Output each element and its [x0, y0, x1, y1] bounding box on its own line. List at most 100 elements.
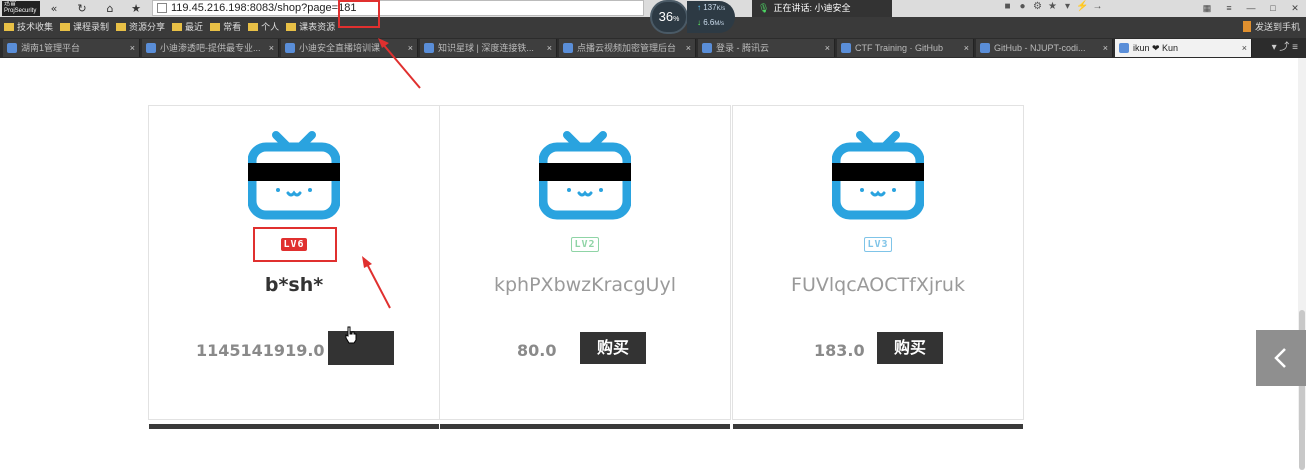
hand-cursor-icon [345, 326, 357, 344]
net-percent: 36% [650, 0, 688, 34]
card-bottom-bar [149, 424, 439, 429]
tab-close-icon[interactable]: × [686, 39, 691, 57]
tab-close-icon[interactable]: × [408, 39, 413, 57]
tab-favicon-icon [285, 43, 295, 53]
tab-close-icon[interactable]: × [269, 39, 274, 57]
browser-tab[interactable]: 湖南1管理平台 × [3, 39, 140, 57]
folder-icon [248, 23, 259, 31]
product-card: LV3 FUVlqcAOCTfXjruk 183.0 购买 [732, 105, 1024, 429]
tv-avatar-icon [247, 131, 341, 221]
folder-icon [286, 23, 297, 31]
tab-close-icon[interactable]: × [1103, 39, 1108, 57]
product-price: 183.0 [814, 341, 865, 360]
back-icon[interactable]: « [46, 1, 62, 16]
browser-tab[interactable]: 小迪安全直播培训课 × [281, 39, 418, 57]
address-bar[interactable]: 119.45.216.198:8083/shop?page=181 [152, 0, 644, 16]
tab-favicon-icon [424, 43, 434, 53]
folder-icon [172, 23, 183, 31]
bookmark-folder[interactable]: 资源分享 [116, 17, 165, 38]
tab-menu[interactable]: ▾ ⤴ ≡ [1246, 39, 1306, 57]
bookmark-folder[interactable]: 常看 [210, 17, 241, 38]
send-to-phone-button[interactable]: 发送到手机 [1242, 17, 1300, 38]
flash-icon[interactable]: ⚡ [1075, 1, 1090, 12]
folder-icon [60, 23, 71, 31]
speaking-indicator: 🎙 正在讲话: 小迪安全 [752, 0, 892, 17]
home-icon[interactable]: ⌂ [102, 1, 118, 16]
forward-icon[interactable]: → [1090, 1, 1105, 12]
bookmark-folder[interactable]: 最近 [172, 17, 203, 38]
tab-favicon-icon [980, 43, 990, 53]
dropdown-icon[interactable]: ▾ [1060, 1, 1075, 12]
tab-title: 登录 - 腾讯云 [716, 43, 769, 53]
refresh-icon[interactable]: ↻ [74, 1, 90, 16]
tab-title: GitHub - NJUPT-codi... [994, 43, 1086, 53]
product-card: LV2 kphPXbwzKracgUyl 80.0 购买 [439, 105, 731, 429]
tab-close-icon[interactable]: × [1242, 39, 1247, 57]
tv-avatar-icon [538, 131, 632, 221]
microphone-icon: 🎙 [758, 3, 770, 13]
tab-close-icon[interactable]: × [825, 39, 830, 57]
level-row: LV2 [440, 234, 730, 252]
product-price: 80.0 [517, 341, 557, 360]
window-buttons: ▦ ≡ — □ ✕ [1196, 0, 1306, 17]
tab-title: CTF Training · GitHub [855, 43, 944, 53]
address-url: 119.45.216.198:8083/shop?page=181 [171, 2, 357, 14]
browser-tab[interactable]: ikun ❤ Kun × [1115, 39, 1252, 57]
buy-button[interactable]: 购买 [877, 332, 943, 364]
card-bottom-bar [440, 424, 730, 429]
product-price: 1145141919.0 [196, 341, 325, 360]
tab-title: 小迪渗透吧-提供最专业... [160, 43, 261, 53]
bookmark-folder[interactable]: 课程录制 [60, 17, 109, 38]
product-name: b*sh* [264, 274, 324, 296]
minimize-icon[interactable]: — [1240, 0, 1262, 17]
phone-icon [1242, 21, 1251, 32]
maximize-icon[interactable]: □ [1262, 0, 1284, 17]
browser-tab[interactable]: 点播云视频加密管理后台 × [559, 39, 696, 57]
bookmark-star-icon[interactable]: ★ [128, 1, 144, 16]
tab-close-icon[interactable]: × [964, 39, 969, 57]
tab-close-icon[interactable]: × [547, 39, 552, 57]
extension-icon[interactable]: ● [1015, 1, 1030, 12]
upload-arrow-icon: ↑ [697, 3, 701, 12]
tab-favicon-icon [563, 43, 573, 53]
extension-icon[interactable]: ■ [1000, 1, 1015, 12]
extension-toolbar: ■ ● ⚙ ★ ▾ ⚡ → [1000, 1, 1105, 16]
annotation-box-level [253, 227, 337, 262]
browser-tab[interactable]: 知识星球 | 深度连接铁... × [420, 39, 557, 57]
star-icon[interactable]: ★ [1045, 1, 1060, 12]
tab-close-icon[interactable]: × [130, 39, 135, 57]
chevron-left-icon [1274, 348, 1286, 368]
browser-tab[interactable]: GitHub - NJUPT-codi... × [976, 39, 1113, 57]
settings-icon[interactable]: ⚙ [1030, 1, 1045, 12]
tab-title: ikun ❤ Kun [1133, 43, 1179, 53]
product-name: FUVlqcAOCTfXjruk [791, 274, 965, 296]
product-name: kphPXbwzKracgUyl [493, 274, 676, 296]
bookmark-folder[interactable]: 技术收集 [4, 17, 53, 38]
level-badge: LV2 [571, 237, 599, 252]
product-grid: LV6 b*sh* 1145141919.0 LV2 kphPXbwzKracgUyl 8… [148, 105, 1024, 430]
download-arrow-icon: ↓ [697, 18, 701, 27]
browser-tab[interactable]: 小迪渗透吧-提供最专业... × [142, 39, 279, 57]
menu-icon[interactable]: ≡ [1218, 0, 1240, 17]
tab-title: 湖南1管理平台 [21, 43, 81, 53]
browser-tab[interactable]: CTF Training · GitHub × [837, 39, 974, 57]
grid-icon[interactable]: ▦ [1196, 0, 1218, 17]
browser-tab[interactable]: 登录 - 腾讯云 × [698, 39, 835, 57]
tab-title: 点播云视频加密管理后台 [577, 43, 677, 53]
side-nav-button[interactable] [1256, 330, 1306, 386]
close-window-icon[interactable]: ✕ [1284, 0, 1306, 17]
tab-title: 知识星球 | 深度连接铁... [438, 43, 534, 53]
buy-button[interactable] [328, 331, 394, 365]
tab-favicon-icon [146, 43, 156, 53]
buy-button[interactable]: 购买 [580, 332, 646, 364]
level-row: LV3 [733, 234, 1023, 252]
tab-favicon-icon [702, 43, 712, 53]
tv-avatar-icon [831, 131, 925, 221]
page-info-icon [157, 3, 167, 13]
tab-favicon-icon [841, 43, 851, 53]
bookmark-folder[interactable]: 个人 [248, 17, 279, 38]
card-bottom-bar [733, 424, 1023, 429]
net-rates: ↑ 137K/s ↓ 6.6M/s [687, 1, 735, 33]
bookmark-folder[interactable]: 课表资源 [286, 17, 335, 38]
folder-icon [4, 23, 14, 31]
